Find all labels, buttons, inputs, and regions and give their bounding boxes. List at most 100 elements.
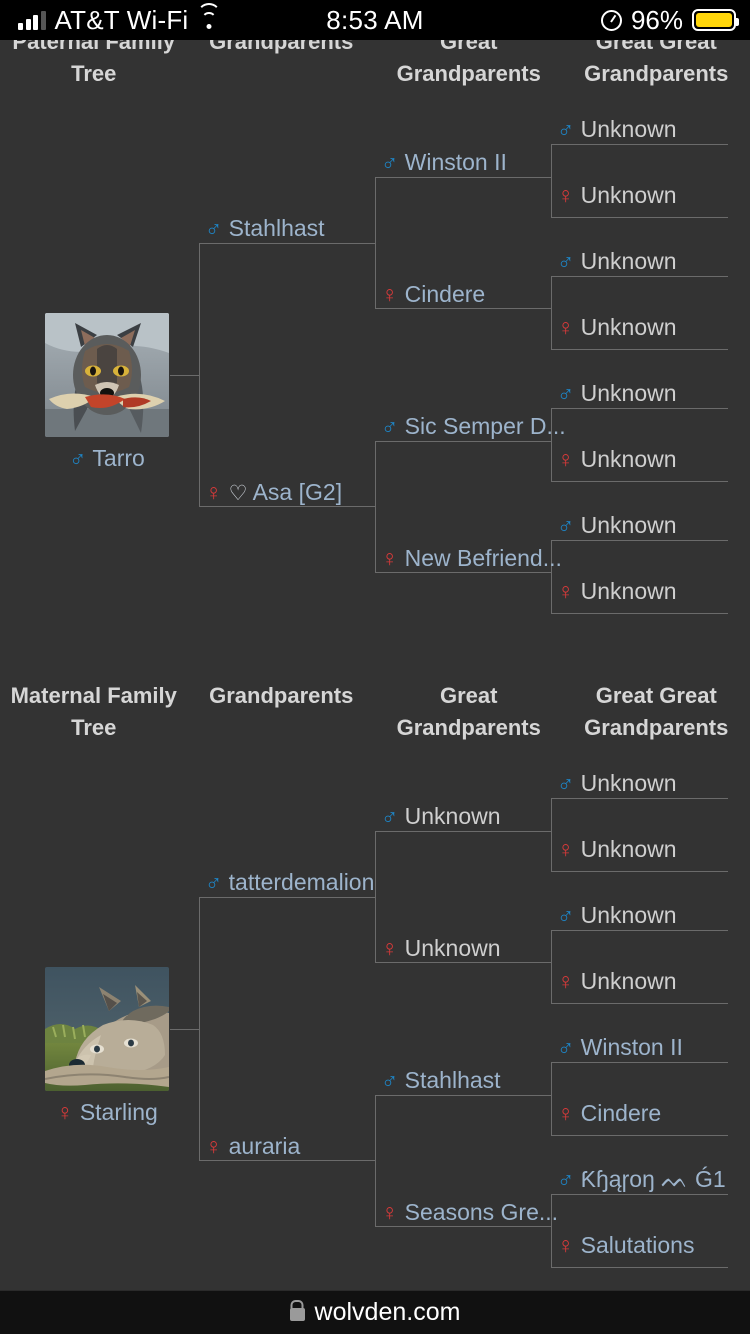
female-symbol-icon: ♀ (381, 545, 399, 571)
female-symbol-icon: ♀ (557, 1232, 575, 1258)
female-symbol-icon: ♀ (381, 281, 399, 307)
maternal-gggp-7[interactable]: ♂ Ƙɧąɼoŋ ᨓ Ǵ1 (557, 1166, 726, 1192)
paternal-great-grandparent-1[interactable]: ♂ Winston II (381, 149, 507, 175)
battery-icon (692, 9, 739, 31)
status-bar-right: 96% (600, 5, 739, 36)
maternal-grandparent-mother-name[interactable]: auraria (229, 1133, 301, 1159)
paternal-gggp-7: ♂ Unknown (557, 512, 677, 538)
paternal-gggp-3-name: Unknown (580, 248, 677, 274)
maternal-gggp-6-name[interactable]: Cindere (581, 1100, 662, 1126)
maternal-gggp-6[interactable]: ♀ Cindere (557, 1100, 661, 1126)
status-bar: AT&T Wi-Fi 8:53 AM 96% (0, 0, 750, 40)
paternal-grandparent-mother[interactable]: ♀ ♡ Asa [G2] (205, 479, 342, 507)
bracket-mgp (199, 897, 376, 1161)
maternal-gggp-1-name: Unknown (580, 770, 677, 796)
paternal-grandparent-father-name[interactable]: Stahlhast (229, 215, 325, 241)
male-symbol-icon: ♂ (69, 445, 87, 471)
site-url-label[interactable]: wolvden.com (315, 1298, 461, 1327)
female-symbol-icon: ♀ (557, 182, 575, 208)
paternal-gggp-1-name: Unknown (580, 116, 677, 142)
maternal-gggp-5-name[interactable]: Winston II (581, 1034, 683, 1060)
paternal-grandparent-father[interactable]: ♂ Stahlhast (205, 215, 325, 241)
male-symbol-icon: ♂ (381, 803, 399, 829)
male-symbol-icon: ♂ (381, 149, 399, 175)
paternal-great-grandparent-1-name[interactable]: Winston II (405, 149, 507, 175)
maternal-gggp-8-name[interactable]: Salutations (581, 1232, 695, 1258)
paternal-subject-caption[interactable]: ♂ Tarro (45, 445, 169, 472)
maternal-grandparent-father[interactable]: ♂ tatterdemalion (205, 869, 374, 895)
female-symbol-icon: ♀ (557, 446, 575, 472)
paternal-gggp-4: ♀ Unknown (557, 314, 677, 340)
maternal-great-grandparent-3[interactable]: ♂ Stahlhast (381, 1067, 501, 1093)
maternal-great-grandparent-1-name: Unknown (404, 803, 501, 829)
female-symbol-icon: ♀ (381, 935, 399, 961)
maternal-great-grandparent-2: ♀ Unknown (381, 935, 501, 961)
paternal-great-grandparent-4[interactable]: ♀ New Befriend... (381, 545, 562, 571)
paternal-gggp-8-name: Unknown (580, 578, 677, 604)
maternal-gggp-3: ♂ Unknown (557, 902, 677, 928)
maternal-gggp-2: ♀ Unknown (557, 836, 677, 862)
female-symbol-icon: ♀ (381, 1199, 399, 1225)
maternal-gggp-5[interactable]: ♂ Winston II (557, 1034, 683, 1060)
paternal-gggp-5-name: Unknown (580, 380, 677, 406)
male-symbol-icon: ♂ (557, 512, 575, 538)
male-symbol-icon: ♂ (381, 413, 399, 439)
male-symbol-icon: ♂ (557, 1034, 575, 1060)
maternal-great-grandparent-1: ♂ Unknown (381, 803, 501, 829)
paternal-great-grandparent-4-name[interactable]: New Befriend... (405, 545, 562, 571)
maternal-great-grandparent-3-name[interactable]: Stahlhast (405, 1067, 501, 1093)
maternal-grandparent-mother[interactable]: ♀ auraria (205, 1133, 300, 1159)
paternal-gggp-7-name: Unknown (580, 512, 677, 538)
maternal-gggp-7-name[interactable]: Ƙɧąɼoŋ ᨓ Ǵ1 (581, 1166, 726, 1192)
bracket-pgp (199, 243, 376, 507)
maternal-great-grandparent-2-name: Unknown (404, 935, 501, 961)
paternal-subject-portrait[interactable] (45, 313, 169, 437)
female-symbol-icon: ♀ (557, 1100, 575, 1126)
maternal-grandparent-father-name[interactable]: tatterdemalion (229, 869, 375, 895)
male-symbol-icon: ♂ (381, 1067, 399, 1093)
maternal-subject-name[interactable]: Starling (80, 1099, 158, 1125)
female-symbol-icon: ♀ (557, 968, 575, 994)
maternal-subject-node[interactable]: ♀ Starling (45, 967, 169, 1126)
male-symbol-icon: ♂ (557, 1166, 575, 1192)
maternal-great-grandparent-4[interactable]: ♀ Seasons Gre... (381, 1199, 558, 1225)
paternal-great-grandparent-2-name[interactable]: Cindere (405, 281, 486, 307)
rotation-lock-icon (600, 9, 622, 31)
maternal-great-grandparent-4-name[interactable]: Seasons Gre... (405, 1199, 558, 1225)
paternal-gggp-4-name: Unknown (580, 314, 677, 340)
paternal-gggp-6: ♀ Unknown (557, 446, 677, 472)
paternal-great-grandparent-3[interactable]: ♂ Sic Semper D... (381, 413, 566, 439)
maternal-subject-portrait[interactable] (45, 967, 169, 1091)
female-symbol-icon: ♀ (205, 479, 223, 505)
paternal-subject-node[interactable]: ♂ Tarro (45, 313, 169, 472)
maternal-gggp-8[interactable]: ♀ Salutations (557, 1232, 694, 1258)
paternal-gggp-5: ♂ Unknown (557, 380, 677, 406)
connector-maternal-subject (170, 1029, 200, 1030)
family-tree-page: Paternal Family Tree Grandparents Great … (0, 0, 750, 1290)
lock-icon (289, 1308, 305, 1321)
paternal-grandparent-mother-name[interactable]: Asa [G2] (253, 479, 342, 505)
male-symbol-icon: ♂ (557, 248, 575, 274)
paternal-gggp-3: ♂ Unknown (557, 248, 677, 274)
heart-icon: ♡ (228, 482, 248, 505)
male-symbol-icon: ♂ (557, 902, 575, 928)
paternal-gggp-2-name: Unknown (580, 182, 677, 208)
female-symbol-icon: ♀ (557, 836, 575, 862)
paternal-subject-name[interactable]: Tarro (92, 445, 144, 471)
paternal-great-grandparent-3-name[interactable]: Sic Semper D... (405, 413, 566, 439)
maternal-gggp-3-name: Unknown (580, 902, 677, 928)
male-symbol-icon: ♂ (557, 770, 575, 796)
maternal-gggp-4: ♀ Unknown (557, 968, 677, 994)
paternal-gggp-1: ♂ Unknown (557, 116, 677, 142)
maternal-family-tree: ♀ Starling ♂ tatterdemalion ♀ auraria ♂ … (0, 654, 750, 1290)
browser-footer-bar[interactable]: wolvden.com (0, 1290, 750, 1334)
male-symbol-icon: ♂ (557, 116, 575, 142)
paternal-great-grandparent-2[interactable]: ♀ Cindere (381, 281, 485, 307)
male-symbol-icon: ♂ (205, 215, 223, 241)
male-symbol-icon: ♂ (205, 869, 223, 895)
maternal-subject-caption[interactable]: ♀ Starling (45, 1099, 169, 1126)
female-symbol-icon: ♀ (205, 1133, 223, 1159)
app-screen: AT&T Wi-Fi 8:53 AM 96% Paternal Family T… (0, 0, 750, 1334)
female-symbol-icon: ♀ (557, 578, 575, 604)
paternal-family-tree: ♂ Tarro ♂ Stahlhast ♀ ♡ Asa [G2] ♂ Winst… (0, 0, 750, 640)
